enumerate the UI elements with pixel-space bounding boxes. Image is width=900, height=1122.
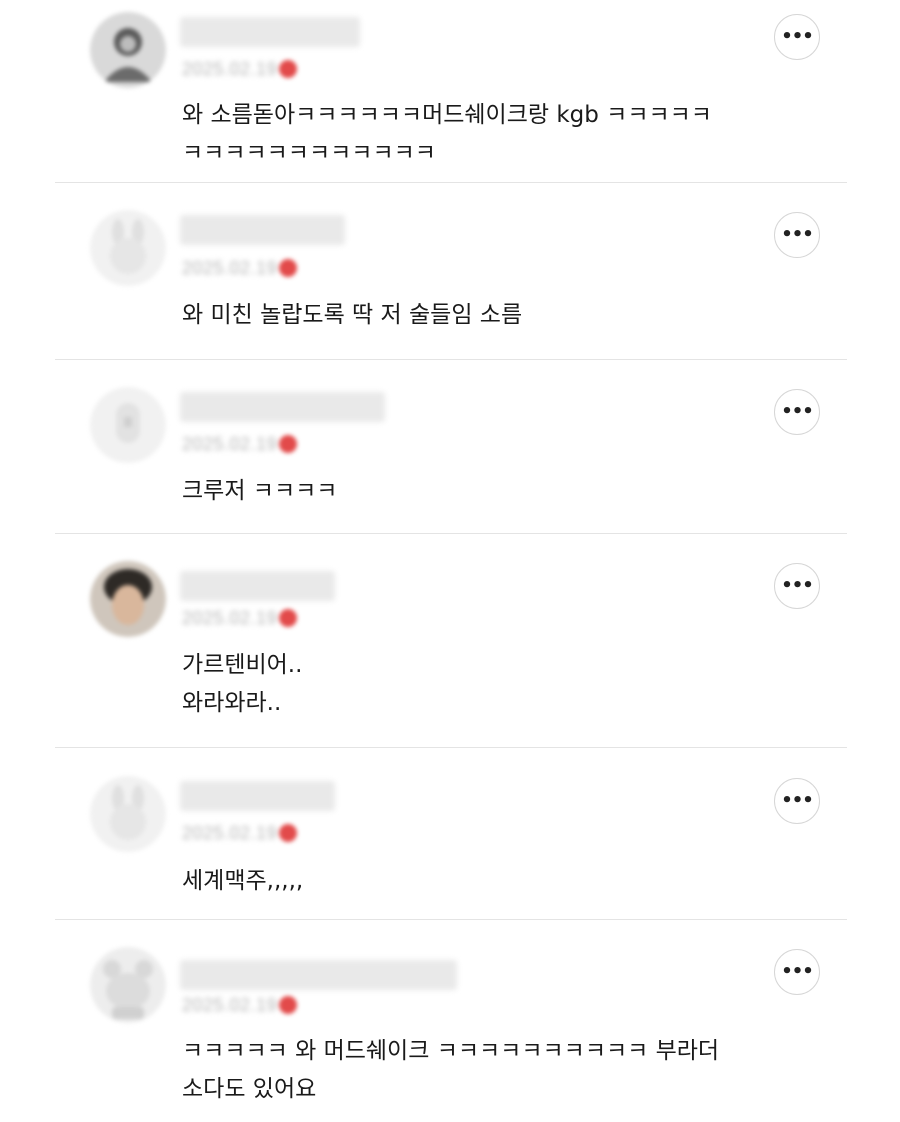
comment-text: ㅋㅋㅋㅋㅋ 와 머드쉐이크 ㅋㅋㅋㅋㅋㅋㅋㅋㅋㅋ 부라더 소다도 있어요 — [182, 1038, 720, 1102]
avatar-photo-icon[interactable] — [90, 561, 166, 637]
red-dot-icon — [279, 435, 298, 453]
avatar-bunny-icon[interactable] — [90, 210, 166, 286]
comment-text: 와 소름돋아ㅋㅋㅋㅋㅋㅋ머드쉐이크랑 kgb ㅋㅋㅋㅋㅋ ㅋㅋㅋㅋㅋㅋㅋㅋㅋㅋㅋ… — [182, 102, 712, 166]
divider — [55, 747, 847, 748]
date-row: 2025.02.19 — [182, 822, 298, 844]
username-blurred — [180, 17, 360, 47]
comment-date: 2025.02.19 — [182, 257, 278, 278]
username-blurred — [180, 960, 457, 990]
red-dot-icon — [279, 609, 298, 627]
red-dot-icon — [279, 60, 298, 78]
more-options-button[interactable]: ••• — [774, 14, 820, 60]
comment-text: 세계맥주,,,,, — [182, 868, 304, 894]
comment-date: 2025.02.19 — [182, 822, 278, 843]
date-row: 2025.02.19 — [182, 58, 298, 80]
more-options-button[interactable]: ••• — [774, 212, 820, 258]
comment-date: 2025.02.19 — [182, 58, 278, 79]
comment-text: 와 미친 놀랍도록 딱 저 술들임 소름 — [182, 302, 523, 328]
divider — [55, 359, 847, 360]
avatar-sketch-icon[interactable] — [90, 12, 166, 88]
comment-text: 가르텐비어.. 와라와라.. — [182, 652, 303, 716]
red-dot-icon — [279, 996, 298, 1014]
avatar-bottle-icon[interactable] — [90, 387, 166, 463]
date-row: 2025.02.19 — [182, 257, 298, 279]
username-blurred — [180, 392, 385, 422]
avatar-bunny-icon[interactable] — [90, 776, 166, 852]
date-row: 2025.02.19 — [182, 433, 298, 455]
more-options-button[interactable]: ••• — [774, 778, 820, 824]
divider — [55, 919, 847, 920]
comment-date: 2025.02.19 — [182, 433, 278, 454]
divider — [55, 533, 847, 534]
username-blurred — [180, 215, 345, 245]
more-options-button[interactable]: ••• — [774, 389, 820, 435]
more-options-button[interactable]: ••• — [774, 563, 820, 609]
red-dot-icon — [279, 259, 298, 277]
date-row: 2025.02.19 — [182, 994, 298, 1016]
avatar-bear-icon[interactable] — [90, 947, 166, 1023]
divider — [55, 182, 847, 183]
username-blurred — [180, 781, 335, 811]
username-blurred — [180, 571, 335, 601]
comment-date: 2025.02.19 — [182, 994, 278, 1015]
red-dot-icon — [279, 824, 298, 842]
date-row: 2025.02.19 — [182, 607, 298, 629]
comment-text: 크루저 ㅋㅋㅋㅋ — [182, 478, 338, 504]
more-options-button[interactable]: ••• — [774, 949, 820, 995]
comment-date: 2025.02.19 — [182, 607, 278, 628]
